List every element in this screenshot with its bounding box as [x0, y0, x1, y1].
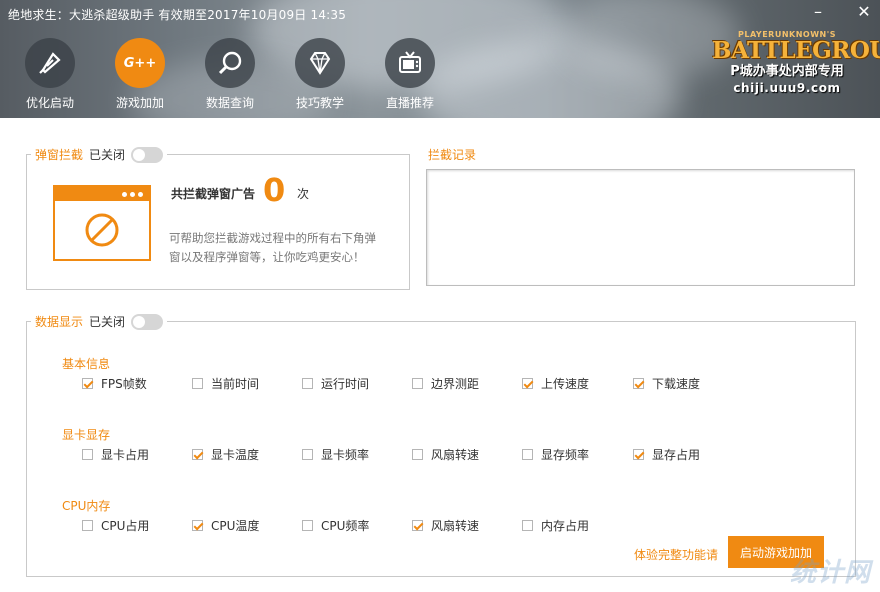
- nav-label: 游戏加加: [115, 96, 164, 110]
- checkbox-unchecked-icon: [302, 520, 313, 531]
- logo-sub-text: P城办事处内部专用: [730, 64, 844, 79]
- window-dots-icon: [55, 187, 149, 201]
- nav-label: 数据查询: [205, 96, 254, 110]
- full-features-link[interactable]: 体验完整功能请: [634, 546, 718, 563]
- option-checkbox[interactable]: 显卡频率: [302, 446, 369, 463]
- option-checkbox[interactable]: 显存占用: [633, 446, 700, 463]
- option-checkbox[interactable]: 显存频率: [522, 446, 589, 463]
- option-checkbox[interactable]: CPU频率: [302, 517, 369, 534]
- option-label: 当前时间: [211, 377, 260, 391]
- tv-icon: [385, 38, 435, 88]
- option-label: 显卡占用: [101, 448, 150, 462]
- logo-main-text: BATTLEGROUNDS: [712, 37, 880, 64]
- option-checkbox[interactable]: 显卡温度: [192, 446, 259, 463]
- checkbox-unchecked-icon: [522, 449, 533, 460]
- checkbox-unchecked-icon: [82, 520, 93, 531]
- close-button[interactable]: ✕: [852, 2, 876, 21]
- data-display-toggle[interactable]: [131, 313, 164, 330]
- battlegrounds-logo: PLAYERUNKNOWN'S BATTLEGROUNDS P城办事处内部专用 …: [712, 30, 880, 96]
- header-banner: 绝地求生：大逃杀超级助手 有效期至2017年10月09日 14:35 – ✕ 优…: [0, 0, 880, 118]
- nav-label: 技巧教学: [295, 96, 344, 110]
- nav-item-data-query[interactable]: 数据查询: [195, 38, 265, 111]
- block-icon: [85, 213, 119, 247]
- block-records-list[interactable]: [426, 169, 855, 286]
- block-count-unit: 次: [297, 187, 310, 201]
- option-checkbox[interactable]: 显卡占用: [82, 446, 149, 463]
- site-watermark: 统计网: [790, 558, 872, 588]
- option-label: 下载速度: [652, 377, 701, 391]
- checkbox-unchecked-icon: [412, 449, 423, 460]
- option-label: 显存频率: [541, 448, 590, 462]
- checkbox-unchecked-icon: [302, 449, 313, 460]
- rocket-icon: [25, 38, 75, 88]
- data-display-state: 已关闭: [89, 315, 126, 329]
- window-title: 绝地求生：大逃杀超级助手 有效期至2017年10月09日 14:35: [8, 8, 347, 22]
- popup-block-description: 可帮助您拦截游戏过程中的所有右下角弹窗以及程序弹窗等，让你吃鸡更安心！: [169, 231, 376, 264]
- option-label: CPU频率: [321, 519, 370, 533]
- gplus-logo-icon: G++: [115, 38, 165, 88]
- option-label: 边界测距: [431, 377, 480, 391]
- checkbox-unchecked-icon: [522, 520, 533, 531]
- nav-label: 优化启动: [25, 96, 74, 110]
- gplus-logo-text: G++: [123, 55, 157, 71]
- option-checkbox[interactable]: CPU占用: [82, 517, 149, 534]
- popup-block-panel: 弹窗拦截 已关闭 共拦截弹窗广告 0 次 可帮助您拦截游戏过程中的所有右下角弹窗…: [26, 146, 410, 290]
- search-icon: [205, 38, 255, 88]
- popup-block-state: 已关闭: [89, 148, 126, 162]
- option-checkbox[interactable]: 风扇转速: [412, 517, 479, 534]
- checkbox-checked-icon: [192, 520, 203, 531]
- checkbox-checked-icon: [633, 378, 644, 389]
- popup-block-legend: 弹窗拦截 已关闭: [31, 146, 168, 163]
- block-count-value: 0: [263, 171, 286, 209]
- popup-block-toggle[interactable]: [131, 146, 164, 163]
- option-label: 内存占用: [541, 519, 590, 533]
- option-group-title: 显卡显存: [62, 428, 111, 442]
- checkbox-checked-icon: [412, 520, 423, 531]
- checkbox-unchecked-icon: [412, 378, 423, 389]
- option-checkbox[interactable]: 下载速度: [633, 375, 700, 392]
- logo-url-text: chiji.uuu9.com: [733, 81, 841, 95]
- checkbox-checked-icon: [82, 378, 93, 389]
- popup-window-illustration: [53, 185, 151, 261]
- option-checkbox[interactable]: 上传速度: [522, 375, 589, 392]
- option-checkbox[interactable]: FPS帧数: [82, 375, 147, 392]
- option-label: 显存占用: [652, 448, 701, 462]
- option-checkbox[interactable]: 当前时间: [192, 375, 259, 392]
- nav-label: 直播推荐: [385, 96, 434, 110]
- popup-block-title: 弹窗拦截: [35, 148, 84, 162]
- option-label: FPS帧数: [101, 377, 147, 391]
- diamond-icon: [295, 38, 345, 88]
- data-display-legend: 数据显示 已关闭: [31, 313, 168, 330]
- checkbox-unchecked-icon: [302, 378, 313, 389]
- block-count-label: 共拦截弹窗广告: [171, 187, 256, 201]
- option-checkbox[interactable]: 运行时间: [302, 375, 369, 392]
- checkbox-unchecked-icon: [192, 378, 203, 389]
- option-label: 风扇转速: [431, 519, 480, 533]
- option-label: CPU温度: [211, 519, 260, 533]
- block-records-title: 拦截记录: [428, 148, 477, 162]
- option-checkbox[interactable]: 内存占用: [522, 517, 589, 534]
- option-label: 显卡频率: [321, 448, 370, 462]
- option-checkbox[interactable]: CPU温度: [192, 517, 259, 534]
- nav-item-optimize[interactable]: 优化启动: [15, 38, 85, 111]
- option-label: CPU占用: [101, 519, 150, 533]
- option-checkbox[interactable]: 边界测距: [412, 375, 479, 392]
- data-display-title: 数据显示: [35, 315, 84, 329]
- option-group-title: 基本信息: [62, 357, 111, 371]
- option-label: 显卡温度: [211, 448, 260, 462]
- option-checkbox[interactable]: 风扇转速: [412, 446, 479, 463]
- nav-item-tips[interactable]: 技巧教学: [285, 38, 355, 111]
- nav-item-game-plus[interactable]: G++ 游戏加加: [105, 38, 175, 111]
- checkbox-checked-icon: [522, 378, 533, 389]
- option-label: 上传速度: [541, 377, 590, 391]
- option-label: 风扇转速: [431, 448, 480, 462]
- option-group-title: CPU内存: [62, 499, 111, 513]
- minimize-button[interactable]: –: [806, 2, 830, 21]
- checkbox-unchecked-icon: [82, 449, 93, 460]
- nav-item-live[interactable]: 直播推荐: [375, 38, 445, 111]
- checkbox-checked-icon: [633, 449, 644, 460]
- checkbox-checked-icon: [192, 449, 203, 460]
- option-label: 运行时间: [321, 377, 370, 391]
